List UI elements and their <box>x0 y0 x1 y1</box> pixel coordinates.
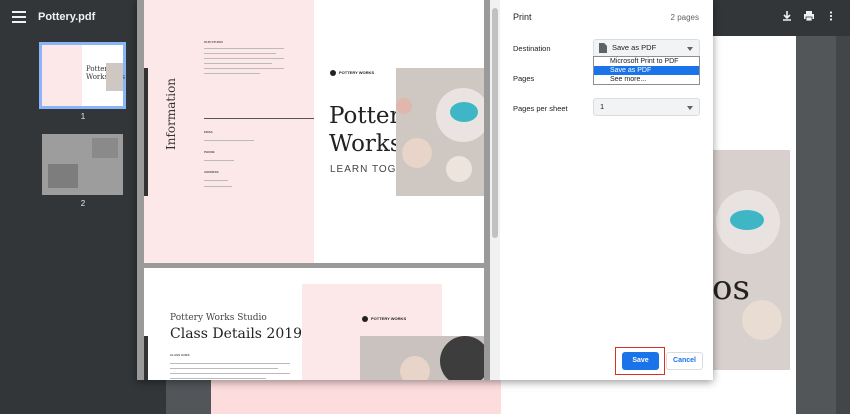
destination-dropdown: Microsoft Print to PDF Save as PDF See m… <box>593 56 700 85</box>
page-thumbnail-2[interactable] <box>42 134 123 195</box>
section-heading: OUR STUDIO <box>204 40 223 44</box>
page-footer-strip <box>211 380 501 414</box>
preview-page-2: Pottery Works Studio Class Details 2019 … <box>144 268 484 380</box>
more-vert-icon[interactable] <box>822 9 840 27</box>
cancel-button[interactable]: Cancel <box>666 352 703 370</box>
destination-label: Destination <box>513 44 551 53</box>
file-name: Pottery.pdf <box>38 11 96 23</box>
pottery-photo <box>396 68 484 196</box>
section-heading: EMAIL <box>204 130 214 134</box>
dialog-title: Print <box>513 12 532 22</box>
class-details-title: Class Details 2019 <box>170 326 303 342</box>
download-icon[interactable] <box>778 9 796 27</box>
pages-per-sheet-value: 1 <box>600 102 605 111</box>
page-count: 2 pages <box>670 13 699 22</box>
logo-text: POTTERY WORKS <box>371 316 407 322</box>
logo-text: POTTERY WORKS <box>339 70 375 76</box>
preview-scrollbar[interactable] <box>490 0 500 380</box>
dropdown-option[interactable]: See more... <box>594 75 699 84</box>
destination-select[interactable]: Save as PDF <box>593 39 700 57</box>
background-photo: os <box>712 150 790 370</box>
dropdown-option[interactable]: Microsoft Print to PDF <box>594 57 699 66</box>
print-preview: Information OUR STUDIO EMAIL PHONE ADDRE… <box>137 0 500 380</box>
preview-page-1: Information OUR STUDIO EMAIL PHONE ADDRE… <box>144 0 484 263</box>
vertical-title: Information <box>164 77 178 150</box>
pages-label: Pages <box>513 74 535 83</box>
dropdown-option-selected[interactable]: Save as PDF <box>594 66 699 75</box>
logo: POTTERY WORKS <box>330 70 374 76</box>
destination-value: Save as PDF <box>612 43 657 52</box>
menu-icon[interactable] <box>12 11 26 23</box>
pages-per-sheet-label: Pages per sheet <box>513 104 568 113</box>
section-heading: ADDRESS <box>204 170 219 174</box>
background-text: os <box>712 268 750 308</box>
print-icon[interactable] <box>800 9 818 27</box>
viewer-scrollbar[interactable] <box>836 36 850 414</box>
pottery-photo <box>360 336 484 380</box>
studio-name: Pottery Works Studio <box>170 313 267 323</box>
save-button[interactable]: Save <box>622 352 659 370</box>
logo: POTTERY WORKS <box>362 316 406 322</box>
document-icon <box>599 43 607 53</box>
chevron-down-icon <box>687 106 693 110</box>
pages-per-sheet-select[interactable]: 1 <box>593 98 700 116</box>
page-thumbnail-1[interactable]: PotteryWorkshops <box>39 42 126 109</box>
section-heading: CLASS GOES <box>170 353 190 357</box>
section-heading: PHONE <box>204 150 215 154</box>
chevron-down-icon <box>687 47 693 51</box>
print-dialog: Information OUR STUDIO EMAIL PHONE ADDRE… <box>137 0 713 380</box>
